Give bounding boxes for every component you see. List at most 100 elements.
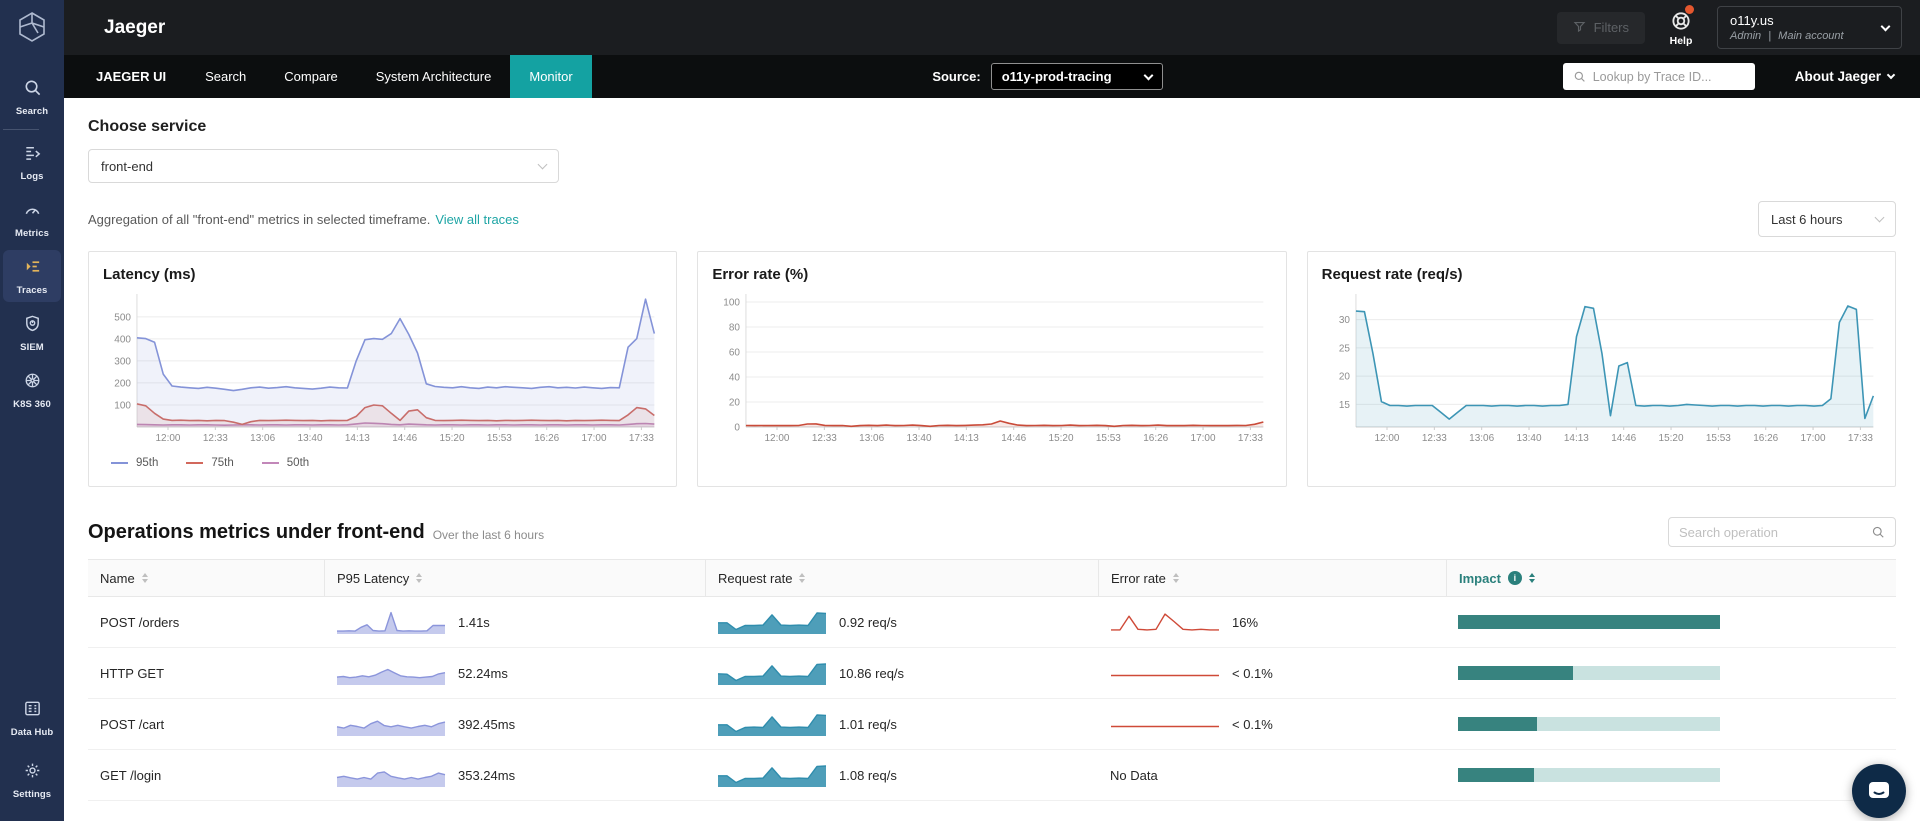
svg-text:12:33: 12:33 (812, 433, 837, 444)
sidebar-item-datahub[interactable]: Data Hub (3, 692, 61, 744)
operation-name: POST /orders (100, 614, 180, 630)
data-hub-icon (23, 699, 42, 723)
legend-item: 50th (261, 457, 309, 469)
svg-text:15:53: 15:53 (1706, 433, 1731, 444)
svg-text:14:46: 14:46 (392, 433, 417, 444)
column-header-p95-latency[interactable]: P95 Latency (324, 560, 705, 596)
sidebar-item-metrics[interactable]: Metrics (3, 193, 61, 245)
jaeger-nav: JAEGER UI Search Compare System Architectu… (64, 55, 1920, 98)
request-rate-chart: 15 20 25 30 12:00 12:33 13:06 13:40 14:13 14:46 15… (1339, 294, 1874, 444)
svg-text:300: 300 (114, 356, 131, 367)
latency-value: 353.24ms (458, 767, 516, 783)
svg-text:15: 15 (1339, 400, 1351, 411)
table-row[interactable]: GET /login 353.24ms 1.08 req/s No Data (88, 750, 1896, 801)
app-sidebar: Search Logs Metrics Traces SIEM K8S 360 … (0, 0, 64, 821)
request-rate-value: 10.86 req/s (839, 665, 905, 681)
table-row[interactable]: POST /cart 392.45ms 1.01 req/s < 0.1% (88, 699, 1896, 750)
svg-text:14:46: 14:46 (1002, 433, 1027, 444)
svg-text:15:20: 15:20 (440, 433, 465, 444)
error-rate-value: No Data (1110, 767, 1158, 783)
notification-dot (1685, 4, 1694, 14)
svg-text:14:46: 14:46 (1611, 433, 1636, 444)
request-rate-value: 1.08 req/s (839, 767, 897, 783)
svg-text:16:26: 16:26 (1144, 433, 1169, 444)
search-icon (1871, 525, 1885, 539)
app-logo[interactable] (14, 9, 50, 50)
latency-value: 52.24ms (458, 665, 508, 681)
about-jaeger-menu[interactable]: About Jaeger (1795, 69, 1896, 84)
sidebar-item-search[interactable]: Search (3, 71, 61, 123)
column-header-request-rate[interactable]: Request rate (705, 560, 1098, 596)
column-header-error-rate[interactable]: Error rate (1098, 560, 1446, 596)
timeframe-select[interactable]: Last 6 hours (1758, 201, 1896, 237)
request-rate-sparkline (718, 612, 827, 634)
sidebar-item-logs[interactable]: Logs (3, 136, 61, 188)
chart-title: Request rate (req/s) (1321, 266, 1463, 283)
service-select[interactable]: front-end (88, 149, 559, 183)
latency-chart-card: Latency (ms) 100 200 300 400 500 12:00 12:33 13… (88, 251, 678, 487)
sidebar-item-settings[interactable]: Settings (3, 754, 61, 806)
tab-monitor[interactable]: Monitor (510, 55, 592, 98)
svg-text:20: 20 (1339, 372, 1351, 383)
request-rate-sparkline (718, 714, 827, 736)
traces-icon (23, 257, 42, 281)
latency-sparkline (336, 771, 446, 787)
svg-text:500: 500 (114, 312, 131, 323)
svg-text:30: 30 (1339, 315, 1351, 326)
help-button[interactable]: Help (1669, 4, 1694, 47)
latency-value: 1.41s (458, 614, 490, 630)
impact-bar (1458, 615, 1720, 629)
jaeger-ui-brand[interactable]: JAEGER UI (64, 69, 186, 84)
table-header: Name P95 Latency Request rate Error rate… (88, 560, 1896, 597)
table-row[interactable]: POST /orders 1.41s 0.92 req/s 16% (88, 597, 1896, 648)
error-rate-sparkline (1111, 674, 1219, 677)
chevron-down-icon (537, 159, 548, 170)
column-header-impact[interactable]: Impact (1446, 560, 1896, 596)
help-icon (1669, 4, 1694, 33)
sidebar-item-k8s360[interactable]: K8S 360 (3, 364, 61, 416)
sort-icon (141, 573, 148, 583)
latency-sparkline (336, 720, 446, 736)
source-label: Source: (932, 69, 981, 84)
svg-text:13:06: 13:06 (1469, 433, 1494, 444)
latency-sparkline (337, 611, 445, 634)
source-select[interactable]: o11y-prod-tracing (990, 63, 1163, 90)
svg-text:40: 40 (729, 372, 741, 383)
latency-sparkline (336, 668, 446, 685)
choose-service-title: Choose service (88, 118, 207, 135)
top-bar: Jaeger Filters Help o11y.us Admin | Main… (64, 0, 1920, 55)
svg-text:16:26: 16:26 (534, 433, 559, 444)
svg-text:60: 60 (729, 347, 741, 358)
shield-icon (23, 314, 42, 338)
tab-search[interactable]: Search (186, 55, 265, 98)
info-icon[interactable] (1507, 571, 1522, 585)
chart-title: Latency (ms) (103, 266, 196, 283)
tab-compare[interactable]: Compare (265, 55, 356, 98)
account-menu[interactable]: o11y.us Admin | Main account (1717, 6, 1902, 49)
gear-icon (23, 761, 42, 785)
tab-system-architecture[interactable]: System Architecture (357, 55, 511, 98)
chat-icon (1866, 778, 1892, 804)
operations-table: Name P95 Latency Request rate Error rate… (88, 559, 1896, 801)
svg-text:17:33: 17:33 (1238, 433, 1263, 444)
table-row[interactable]: HTTP GET 52.24ms 10.86 req/s < 0.1% (88, 648, 1896, 699)
sort-icon (799, 573, 806, 583)
svg-text:12:00: 12:00 (1374, 433, 1399, 444)
sidebar-item-traces[interactable]: Traces (3, 250, 61, 302)
svg-text:25: 25 (1339, 343, 1351, 354)
aggregation-text: Aggregation of all "front-end" metrics i… (88, 211, 431, 227)
error-rate-sparkline (1111, 725, 1219, 728)
account-org: o11y.us (1730, 13, 1774, 28)
view-all-traces-link[interactable]: View all traces (435, 212, 519, 227)
filters-button[interactable]: Filters (1556, 11, 1645, 44)
column-header-name[interactable]: Name (88, 560, 324, 596)
sidebar-bottom-items: Data Hub Settings (3, 687, 61, 821)
chat-launcher[interactable] (1852, 764, 1906, 818)
svg-text:17:00: 17:00 (1800, 433, 1825, 444)
sidebar-item-siem[interactable]: SIEM (3, 307, 61, 359)
trace-lookup-input[interactable]: Lookup by Trace ID... (1562, 63, 1755, 90)
search-operation-input[interactable]: Search operation (1668, 517, 1896, 547)
svg-text:20: 20 (729, 397, 741, 408)
svg-text:16:26: 16:26 (1753, 433, 1778, 444)
account-sub: Admin | Main account (1730, 30, 1844, 42)
